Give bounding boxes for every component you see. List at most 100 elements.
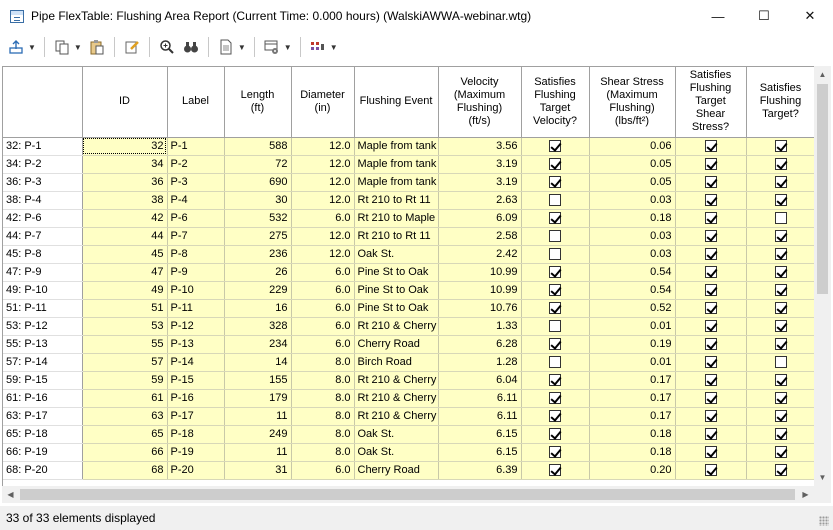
checked-checkbox-icon[interactable] — [704, 248, 717, 261]
checked-checkbox-icon[interactable] — [549, 446, 561, 459]
flushing-event-cell[interactable]: Oak St. — [354, 425, 439, 444]
checked-checkbox-icon[interactable] — [704, 266, 717, 279]
flushing-target-checkbox[interactable] — [746, 425, 814, 444]
checked-checkbox-icon[interactable] — [549, 464, 561, 477]
label-cell[interactable]: P-3 — [167, 173, 225, 192]
flushing-target-checkbox[interactable] — [746, 461, 814, 480]
label-cell[interactable]: P-18 — [167, 425, 225, 444]
checked-checkbox-icon[interactable] — [774, 302, 787, 315]
table-row[interactable]: 57: P-14 57 P-14 14 8.0 Birch Road 1.28 0.01 — [3, 353, 814, 372]
shear-stress-cell[interactable]: 0.05 — [589, 173, 676, 192]
column-header[interactable]: Satisfies Flushing Target Shear Stress? — [675, 67, 747, 138]
table-row[interactable]: 55: P-13 55 P-13 234 6.0 Cherry Road 6.28 0.19 — [3, 335, 814, 354]
checked-checkbox-icon[interactable] — [774, 140, 787, 153]
label-cell[interactable]: P-13 — [167, 335, 225, 354]
diameter-cell[interactable]: 6.0 — [291, 209, 355, 228]
length-cell[interactable]: 30 — [224, 191, 292, 210]
flushing-event-cell[interactable]: Rt 210 & Cherry — [354, 317, 439, 336]
flushing-target-checkbox[interactable] — [746, 227, 814, 246]
diameter-cell[interactable]: 6.0 — [291, 263, 355, 282]
id-cell[interactable]: 66 — [82, 443, 168, 462]
velocity-cell[interactable]: 1.33 — [438, 317, 522, 336]
velocity-cell[interactable]: 6.04 — [438, 371, 522, 390]
id-cell[interactable]: 61 — [82, 389, 168, 408]
diameter-cell[interactable]: 8.0 — [291, 389, 355, 408]
scroll-left-icon[interactable]: ◀ — [2, 486, 19, 503]
table-row[interactable]: 32: P-1 32 P-1 588 12.0 Maple from tank 3.56 0.… — [3, 137, 814, 156]
shear-target-checkbox[interactable] — [675, 389, 747, 408]
length-cell[interactable]: 11 — [224, 407, 292, 426]
column-header[interactable]: Satisfies Flushing Target? — [746, 67, 814, 138]
label-cell[interactable]: P-15 — [167, 371, 225, 390]
diameter-cell[interactable]: 12.0 — [291, 191, 355, 210]
checked-checkbox-icon[interactable] — [704, 356, 717, 369]
length-cell[interactable]: 179 — [224, 389, 292, 408]
shear-target-checkbox[interactable] — [675, 299, 747, 318]
shear-target-checkbox[interactable] — [675, 281, 747, 300]
velocity-cell[interactable]: 2.58 — [438, 227, 522, 246]
checked-checkbox-icon[interactable] — [704, 302, 717, 315]
checked-checkbox-icon[interactable] — [704, 410, 717, 423]
id-cell[interactable]: 55 — [82, 335, 168, 354]
flushing-event-cell[interactable]: Pine St to Oak — [354, 299, 439, 318]
checked-checkbox-icon[interactable] — [704, 374, 717, 387]
velocity-target-checkbox[interactable] — [521, 155, 590, 174]
label-cell[interactable]: P-4 — [167, 191, 225, 210]
velocity-cell[interactable]: 10.99 — [438, 263, 522, 282]
column-header[interactable]: Diameter (in) — [291, 67, 355, 138]
length-cell[interactable]: 72 — [224, 155, 292, 174]
flushing-event-cell[interactable]: Rt 210 to Maple — [354, 209, 439, 228]
checked-checkbox-icon[interactable] — [704, 140, 717, 153]
checked-checkbox-icon[interactable] — [774, 392, 787, 405]
shear-stress-cell[interactable]: 0.18 — [589, 209, 676, 228]
length-cell[interactable]: 155 — [224, 371, 292, 390]
velocity-target-checkbox[interactable] — [521, 299, 590, 318]
checked-checkbox-icon[interactable] — [774, 446, 787, 459]
checked-checkbox-icon[interactable] — [704, 230, 717, 243]
scroll-down-icon[interactable]: ▼ — [814, 469, 831, 486]
zoom-button[interactable] — [155, 35, 179, 59]
velocity-target-checkbox[interactable] — [521, 245, 590, 264]
label-cell[interactable]: P-17 — [167, 407, 225, 426]
velocity-target-checkbox[interactable] — [521, 137, 590, 156]
checked-checkbox-icon[interactable] — [704, 320, 717, 333]
diameter-cell[interactable]: 12.0 — [291, 245, 355, 264]
length-cell[interactable]: 328 — [224, 317, 292, 336]
shear-target-checkbox[interactable] — [675, 407, 747, 426]
label-cell[interactable]: P-19 — [167, 443, 225, 462]
checked-checkbox-icon[interactable] — [549, 266, 561, 279]
checked-checkbox-icon[interactable] — [704, 428, 717, 441]
label-cell[interactable]: P-7 — [167, 227, 225, 246]
length-cell[interactable]: 234 — [224, 335, 292, 354]
unchecked-checkbox-icon[interactable] — [549, 248, 561, 261]
shear-target-checkbox[interactable] — [675, 191, 747, 210]
checked-checkbox-icon[interactable] — [704, 212, 717, 225]
velocity-cell[interactable]: 6.11 — [438, 389, 522, 408]
shear-stress-cell[interactable]: 0.01 — [589, 353, 676, 372]
column-header[interactable]: Flushing Event — [354, 67, 439, 138]
flushing-event-cell[interactable]: Rt 210 to Rt 11 — [354, 191, 439, 210]
label-cell[interactable]: P-12 — [167, 317, 225, 336]
table-row[interactable]: 36: P-3 36 P-3 690 12.0 Maple from tank 3.19 0.… — [3, 173, 814, 192]
flushing-event-cell[interactable]: Rt 210 to Rt 11 — [354, 227, 439, 246]
close-button[interactable]: ✕ — [787, 0, 833, 32]
horizontal-scroll-thumb[interactable] — [20, 489, 795, 500]
flushing-event-cell[interactable]: Maple from tank — [354, 155, 439, 174]
unchecked-checkbox-icon[interactable] — [549, 230, 561, 243]
velocity-target-checkbox[interactable] — [521, 461, 590, 480]
id-cell[interactable]: 49 — [82, 281, 168, 300]
flushing-target-checkbox[interactable] — [746, 443, 814, 462]
velocity-cell[interactable]: 3.19 — [438, 173, 522, 192]
table-row[interactable]: 42: P-6 42 P-6 532 6.0 Rt 210 to Maple 6.09 0.1… — [3, 209, 814, 228]
id-cell[interactable]: 42 — [82, 209, 168, 228]
minimize-button[interactable]: — — [695, 0, 741, 32]
length-cell[interactable]: 532 — [224, 209, 292, 228]
checked-checkbox-icon[interactable] — [774, 374, 787, 387]
diameter-cell[interactable]: 8.0 — [291, 443, 355, 462]
checked-checkbox-icon[interactable] — [549, 140, 561, 153]
shear-stress-cell[interactable]: 0.03 — [589, 191, 676, 210]
checked-checkbox-icon[interactable] — [704, 392, 717, 405]
table-row[interactable]: 61: P-16 61 P-16 179 8.0 Rt 210 & Cherry 6.11 0… — [3, 389, 814, 408]
checked-checkbox-icon[interactable] — [704, 338, 717, 351]
diameter-cell[interactable]: 8.0 — [291, 425, 355, 444]
